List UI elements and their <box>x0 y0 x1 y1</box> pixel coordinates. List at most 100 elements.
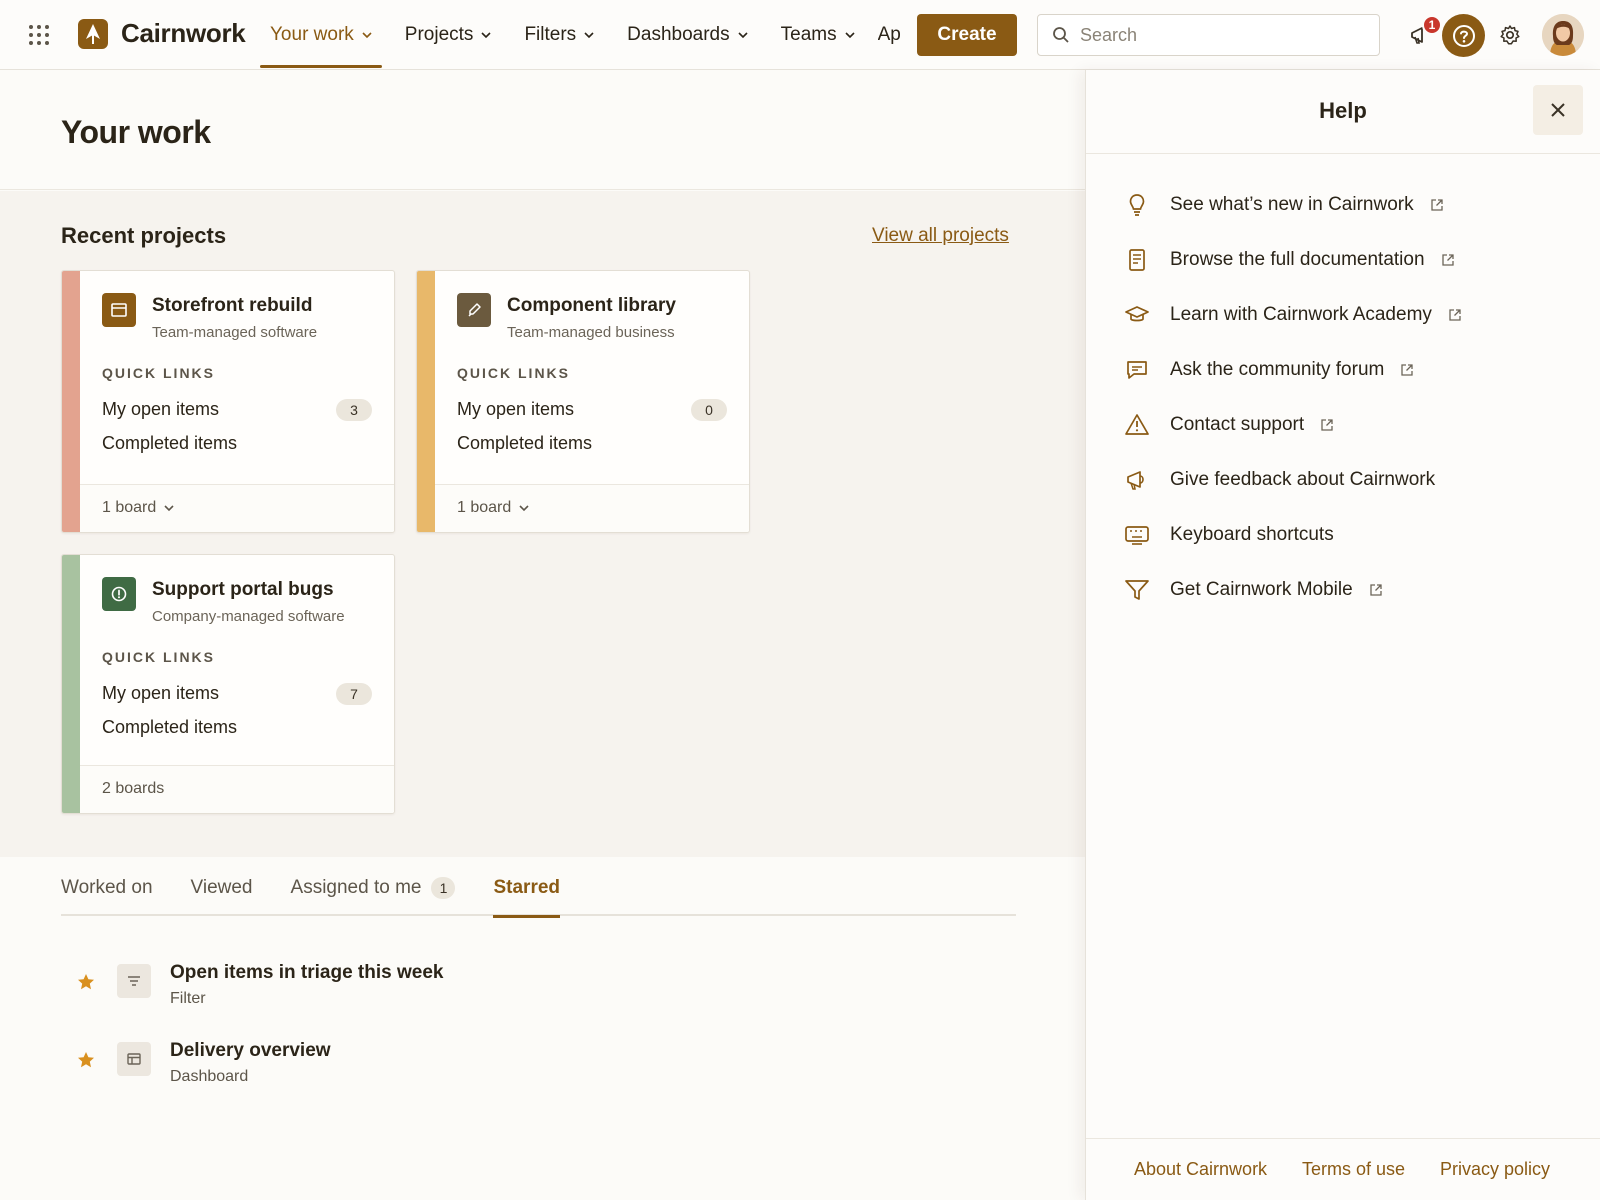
nav-projects[interactable]: Projects <box>393 0 504 70</box>
project-type: Team-managed business <box>507 324 675 341</box>
close-help-button[interactable] <box>1533 85 1583 135</box>
project-type: Team-managed software <box>152 324 318 341</box>
project-card-support-portal-bugs[interactable]: Support portal bugs Company-managed soft… <box>61 554 395 814</box>
help-item-whats-new[interactable]: See what’s new in Cairnwork <box>1086 178 1600 233</box>
page-header: Your work <box>0 70 1085 190</box>
nav-apps-truncated[interactable]: Ap <box>878 0 908 70</box>
my-open-items-link[interactable]: My open items <box>102 399 219 420</box>
help-item-label: Browse the full documentation <box>1170 249 1455 271</box>
starred-item-type: Dashboard <box>170 1068 249 1085</box>
starred-item-name[interactable]: Open items in triage this week <box>170 962 443 984</box>
starred-item-name[interactable]: Delivery overview <box>170 1040 331 1062</box>
app-switcher-grid-icon[interactable] <box>28 24 50 46</box>
help-button[interactable] <box>1442 14 1485 57</box>
starred-item[interactable]: Delivery overview Dashboard <box>76 1038 676 1098</box>
tab-starred[interactable]: Starred <box>493 860 560 918</box>
nav-filters[interactable]: Filters <box>512 0 606 70</box>
help-item-label: Give feedback about Cairnwork <box>1170 469 1435 491</box>
chevron-down-icon <box>164 505 174 512</box>
terms-of-use-link[interactable]: Terms of use <box>1302 1159 1405 1180</box>
open-items-count-badge: 0 <box>691 399 727 421</box>
help-item-label: See what’s new in Cairnwork <box>1170 194 1444 216</box>
project-name[interactable]: Component library <box>507 295 676 317</box>
help-item-text: Browse the full documentation <box>1170 249 1425 270</box>
my-open-items-link[interactable]: My open items <box>102 683 219 704</box>
starred-item-type: Filter <box>170 990 206 1007</box>
card-footer: 1 board <box>435 484 749 532</box>
nav-your-work-label: Your work <box>270 24 354 45</box>
project-card-storefront-rebuild[interactable]: Storefront rebuild Team-managed software… <box>61 270 395 533</box>
help-item-keyboard-shortcuts[interactable]: Keyboard shortcuts <box>1086 508 1600 563</box>
top-navigation-bar: Cairnwork Your work Projects Filters Das… <box>0 0 1600 70</box>
external-link-icon <box>1430 199 1443 211</box>
nav-dashboards[interactable]: Dashboards <box>615 0 759 70</box>
tab-viewed[interactable]: Viewed <box>191 860 253 916</box>
about-link[interactable]: About Cairnwork <box>1134 1159 1267 1180</box>
nav-apps-label: Ap <box>877 24 901 45</box>
help-item-mobile[interactable]: Get Cairnwork Mobile <box>1086 563 1600 618</box>
board-icon <box>102 293 136 327</box>
recent-projects-heading: Recent projects <box>61 223 227 248</box>
view-all-projects-link[interactable]: View all projects <box>872 225 1009 247</box>
quick-links-label: QUICK LINKS <box>102 365 215 381</box>
main-nav: Your work Projects Filters Dashboards Te… <box>258 0 917 70</box>
help-item-academy[interactable]: Learn with Cairnwork Academy <box>1086 288 1600 343</box>
assigned-count-badge: 1 <box>431 877 456 899</box>
tab-label: Worked on <box>61 877 153 898</box>
search-icon <box>1053 27 1069 43</box>
project-name[interactable]: Support portal bugs <box>152 579 334 601</box>
boards-link[interactable]: 2 boards <box>102 780 164 798</box>
search-box[interactable] <box>1037 14 1380 56</box>
help-panel-title: Help <box>1319 98 1367 123</box>
recent-projects-section: Recent projects View all projects Storef… <box>0 191 1085 857</box>
privacy-policy-link[interactable]: Privacy policy <box>1440 1159 1550 1180</box>
help-item-label: Learn with Cairnwork Academy <box>1170 304 1462 326</box>
help-item-text: Get Cairnwork Mobile <box>1170 579 1353 600</box>
create-button[interactable]: Create <box>917 14 1017 56</box>
chevron-down-icon <box>738 32 748 39</box>
nav-your-work[interactable]: Your work <box>258 0 384 70</box>
external-link-icon <box>1441 254 1454 266</box>
card-footer: 1 board <box>80 484 394 532</box>
project-name[interactable]: Storefront rebuild <box>152 295 312 317</box>
alert-circle-icon <box>102 577 136 611</box>
user-avatar[interactable] <box>1542 14 1584 56</box>
tab-worked-on[interactable]: Worked on <box>61 860 153 916</box>
my-open-items-link[interactable]: My open items <box>457 399 574 420</box>
help-item-text: Keyboard shortcuts <box>1170 524 1334 545</box>
cairnwork-logo-icon[interactable] <box>78 19 108 49</box>
search-input[interactable] <box>1080 24 1360 46</box>
completed-items-link[interactable]: Completed items <box>102 433 237 454</box>
completed-items-link[interactable]: Completed items <box>457 433 592 454</box>
tab-label: Assigned to me <box>290 877 422 898</box>
boards-dropdown[interactable]: 1 board <box>457 499 529 517</box>
settings-gear-icon[interactable] <box>1498 23 1522 47</box>
quick-links-label: QUICK LINKS <box>102 649 215 665</box>
help-item-documentation[interactable]: Browse the full documentation <box>1086 233 1600 288</box>
help-panel-footer: About Cairnwork Terms of use Privacy pol… <box>1086 1138 1600 1200</box>
chevron-down-icon <box>845 32 855 39</box>
graduation-cap-icon <box>1125 306 1149 322</box>
help-links-list: See what’s new in Cairnwork Browse the f… <box>1086 178 1600 618</box>
project-card-component-library[interactable]: Component library Team-managed business … <box>416 270 750 533</box>
starred-item[interactable]: Open items in triage this week Filter <box>76 960 676 1020</box>
star-icon[interactable] <box>76 972 96 992</box>
external-link-icon <box>1321 419 1333 431</box>
app-name[interactable]: Cairnwork <box>121 18 246 49</box>
nav-dashboards-label: Dashboards <box>627 24 730 45</box>
external-link-icon <box>1401 364 1413 376</box>
work-tabs: Worked on Viewed Assigned to me 1 Starre… <box>61 860 1016 918</box>
help-item-community[interactable]: Ask the community forum <box>1086 343 1600 398</box>
star-icon[interactable] <box>76 1050 96 1070</box>
funnel-icon <box>1125 580 1149 600</box>
help-item-feedback[interactable]: Give feedback about Cairnwork <box>1086 453 1600 508</box>
nav-teams[interactable]: Teams <box>769 0 867 70</box>
quick-links-label: QUICK LINKS <box>457 365 570 381</box>
help-panel: Help See what’s new in Cairnwork Browse … <box>1085 70 1600 1200</box>
help-item-contact-support[interactable]: Contact support <box>1086 398 1600 453</box>
help-item-label: Get Cairnwork Mobile <box>1170 579 1383 601</box>
chevron-down-icon <box>519 505 529 512</box>
boards-dropdown[interactable]: 1 board <box>102 499 174 517</box>
completed-items-link[interactable]: Completed items <box>102 717 237 738</box>
tab-assigned-to-me[interactable]: Assigned to me 1 <box>291 860 456 916</box>
